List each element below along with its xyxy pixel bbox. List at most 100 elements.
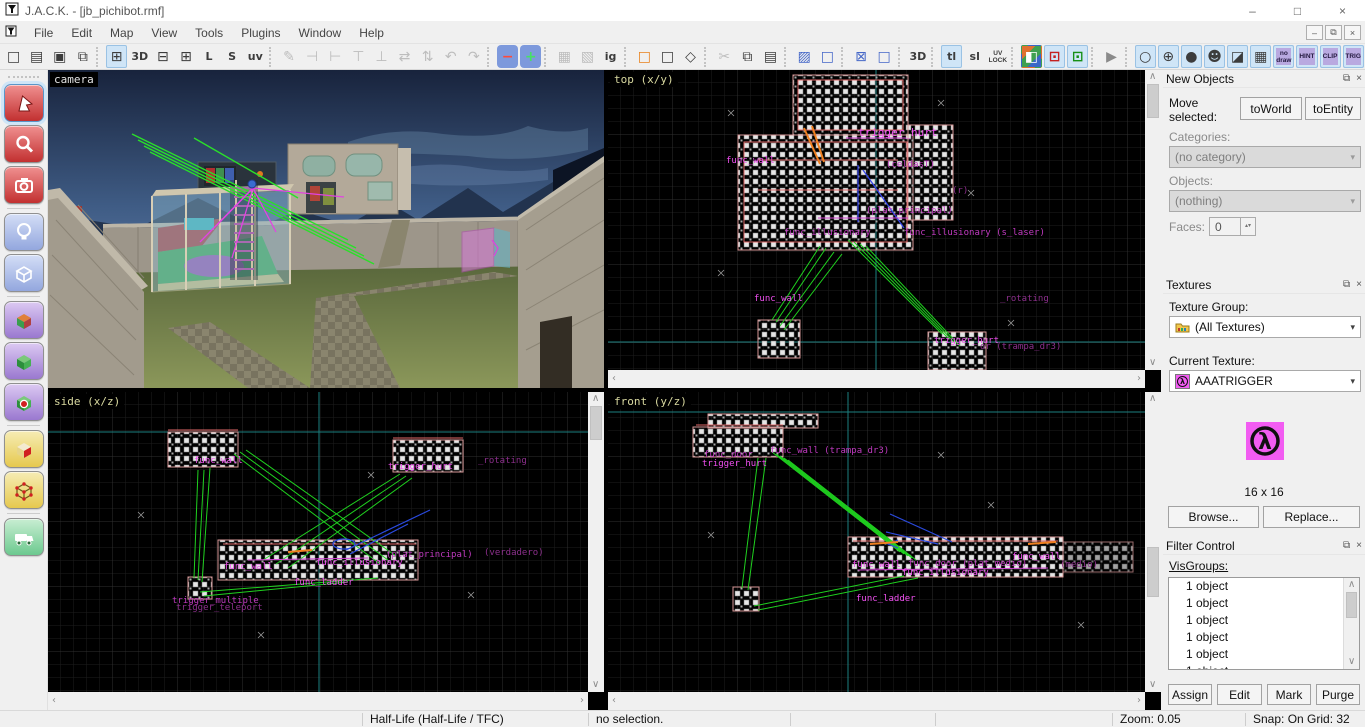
visgroups-listbox[interactable]: 1 object 1 object 1 object 1 object 1 ob… bbox=[1168, 577, 1360, 670]
hollow-icon[interactable]: □ bbox=[634, 45, 655, 68]
hollow-inverted-icon[interactable]: □ bbox=[657, 45, 678, 68]
edit-button[interactable]: Edit bbox=[1217, 684, 1262, 705]
sprite-lock-icon[interactable]: sl bbox=[964, 45, 985, 68]
merge-icon[interactable]: + bbox=[520, 45, 541, 68]
categories-dropdown[interactable]: (no category) ▾ bbox=[1169, 146, 1361, 168]
group-icon[interactable]: ▦ bbox=[554, 45, 575, 68]
show-animations-icon[interactable]: ▦ bbox=[1250, 45, 1271, 68]
viewport-front[interactable]: func_door trigger_hurt func_wall (trampa… bbox=[608, 392, 1145, 692]
faces-value[interactable]: 0 bbox=[1209, 217, 1241, 236]
to-entity-button[interactable]: toEntity bbox=[1305, 97, 1361, 120]
show-trig-icon[interactable]: TRIG bbox=[1343, 45, 1364, 68]
flip-horizontal-icon[interactable]: ⇄ bbox=[394, 45, 415, 68]
entity-tool-button[interactable] bbox=[4, 213, 44, 251]
cordon-edit-icon[interactable]: □ bbox=[817, 45, 838, 68]
show-hint-icon[interactable]: HINT bbox=[1296, 45, 1317, 68]
close-panel-icon[interactable]: × bbox=[1356, 73, 1362, 84]
select-box-icon[interactable]: □ bbox=[874, 45, 895, 68]
copy-icon[interactable]: ⧉ bbox=[737, 45, 758, 68]
viewport-side[interactable]: func_wall trigger_hurt _rotating func_wa… bbox=[48, 392, 588, 692]
side-horizontal-scrollbar[interactable]: ‹ › bbox=[48, 692, 588, 710]
menu-plugins[interactable]: Plugins bbox=[232, 23, 289, 43]
apply-current-texture-tool-button[interactable] bbox=[4, 342, 44, 380]
mdi-close-icon[interactable]: × bbox=[1344, 25, 1361, 40]
menu-map[interactable]: Map bbox=[101, 23, 142, 43]
viewport-top[interactable]: func_wall trigger_hurt (celdasT) (r) (pl… bbox=[608, 70, 1145, 370]
cordon-icon[interactable]: ▨ bbox=[794, 45, 815, 68]
load-window-state-icon[interactable]: L bbox=[198, 45, 219, 68]
show-spheres-icon[interactable]: ○ bbox=[1135, 45, 1156, 68]
show-sprites-icon[interactable]: ◪ bbox=[1227, 45, 1248, 68]
save-file-icon[interactable]: ▣ bbox=[49, 45, 70, 68]
visgroup-item[interactable]: 1 object bbox=[1169, 629, 1359, 646]
top-vertical-scrollbar[interactable]: ∧ ∨ bbox=[1145, 70, 1161, 370]
rotate-ccw-icon[interactable]: ↶ bbox=[440, 45, 461, 68]
menu-edit[interactable]: Edit bbox=[62, 23, 101, 43]
mdi-minimize-icon[interactable]: – bbox=[1306, 25, 1323, 40]
paste-icon[interactable]: ▤ bbox=[760, 45, 781, 68]
purge-button[interactable]: Purge bbox=[1316, 684, 1360, 705]
close-panel-icon[interactable]: × bbox=[1356, 540, 1362, 551]
open-file-icon[interactable]: ▤ bbox=[26, 45, 47, 68]
menu-file[interactable]: File bbox=[25, 23, 62, 43]
face-mode-icon[interactable]: ⊡ bbox=[1067, 45, 1088, 68]
carve-icon[interactable]: ✎ bbox=[278, 45, 299, 68]
align-top-icon[interactable]: ⊤ bbox=[348, 45, 369, 68]
brush-tool-button[interactable] bbox=[4, 254, 44, 292]
browse-button[interactable]: Browse... bbox=[1168, 506, 1259, 528]
close-icon[interactable]: × bbox=[1320, 0, 1365, 22]
uv-lock-icon[interactable]: UV LOCK bbox=[987, 45, 1008, 68]
to-world-button[interactable]: toWorld bbox=[1240, 97, 1302, 120]
current-texture-dropdown[interactable]: λ AAATRIGGER ▾ bbox=[1169, 370, 1361, 392]
texture-lock-icon[interactable]: tl bbox=[941, 45, 962, 68]
vertex-mode-icon[interactable]: ⊡ bbox=[1044, 45, 1065, 68]
save-all-icon[interactable]: ⧉ bbox=[72, 45, 93, 68]
path-tool-button[interactable] bbox=[4, 518, 44, 556]
zoom-tool-button[interactable] bbox=[4, 125, 44, 163]
float-panel-icon[interactable]: ⧉ bbox=[1343, 540, 1350, 551]
float-panel-icon[interactable]: ⧉ bbox=[1343, 73, 1350, 84]
solid-cube-icon[interactable]: ◇ bbox=[680, 45, 701, 68]
visgroup-item[interactable]: 1 object bbox=[1169, 595, 1359, 612]
rotate-cw-icon[interactable]: ↷ bbox=[463, 45, 484, 68]
camera-tool-button[interactable] bbox=[4, 166, 44, 204]
visgroup-item[interactable]: 1 object bbox=[1169, 612, 1359, 629]
show-models-icon[interactable]: ☻ bbox=[1204, 45, 1225, 68]
larger-grid-icon[interactable]: ⊞ bbox=[175, 45, 196, 68]
visgroup-item[interactable]: 1 object bbox=[1169, 646, 1359, 663]
mark-button[interactable]: Mark bbox=[1267, 684, 1311, 705]
selection-tool-button[interactable] bbox=[4, 84, 44, 122]
objects-dropdown[interactable]: (nothing) ▾ bbox=[1169, 190, 1361, 212]
texture-application-tool-button[interactable] bbox=[4, 301, 44, 339]
texture-group-dropdown[interactable]: (All Textures) ▾ bbox=[1169, 316, 1361, 338]
clip-tool-button[interactable] bbox=[4, 430, 44, 468]
apply-decals-tool-button[interactable] bbox=[4, 383, 44, 421]
grid-3d-icon[interactable]: 3D bbox=[129, 45, 150, 68]
show-angles-icon[interactable]: ⊕ bbox=[1158, 45, 1179, 68]
vertex-tool-button[interactable] bbox=[4, 471, 44, 509]
show-clip-icon[interactable]: CLIP bbox=[1320, 45, 1341, 68]
front-vertical-scrollbar[interactable]: ∧ ∨ bbox=[1145, 392, 1161, 692]
save-window-state-icon[interactable]: S bbox=[222, 45, 243, 68]
side-vertical-scrollbar[interactable]: ∧ ∨ bbox=[588, 392, 604, 692]
ignore-groups-icon[interactable]: ig bbox=[600, 45, 621, 68]
menu-window[interactable]: Window bbox=[290, 23, 351, 43]
menu-view[interactable]: View bbox=[142, 23, 186, 43]
grid-toggle-icon[interactable]: ⊞ bbox=[106, 45, 127, 68]
visgroup-item[interactable]: 1 object bbox=[1169, 663, 1359, 670]
visgroups-scrollbar[interactable]: ∧ ∨ bbox=[1343, 578, 1359, 669]
faces-spinner[interactable]: 0 ▴▾ bbox=[1209, 217, 1256, 236]
assign-button[interactable]: Assign bbox=[1168, 684, 1212, 705]
pointer-3d-icon[interactable]: 3D bbox=[907, 45, 928, 68]
show-nodraw-icon[interactable]: no draw bbox=[1273, 45, 1294, 68]
replace-button[interactable]: Replace... bbox=[1263, 506, 1360, 528]
texture-application-icon[interactable]: ◧ bbox=[1021, 45, 1042, 68]
viewport-camera[interactable]: camera bbox=[48, 70, 604, 388]
ungroup-icon[interactable]: ▧ bbox=[577, 45, 598, 68]
spinner-arrows-icon[interactable]: ▴▾ bbox=[1241, 217, 1256, 236]
menu-help[interactable]: Help bbox=[350, 23, 393, 43]
align-right-icon[interactable]: ⊢ bbox=[325, 45, 346, 68]
visgroup-item[interactable]: 1 object bbox=[1169, 578, 1359, 595]
maximize-icon[interactable]: □ bbox=[1275, 0, 1320, 22]
new-file-icon[interactable]: □ bbox=[3, 45, 24, 68]
